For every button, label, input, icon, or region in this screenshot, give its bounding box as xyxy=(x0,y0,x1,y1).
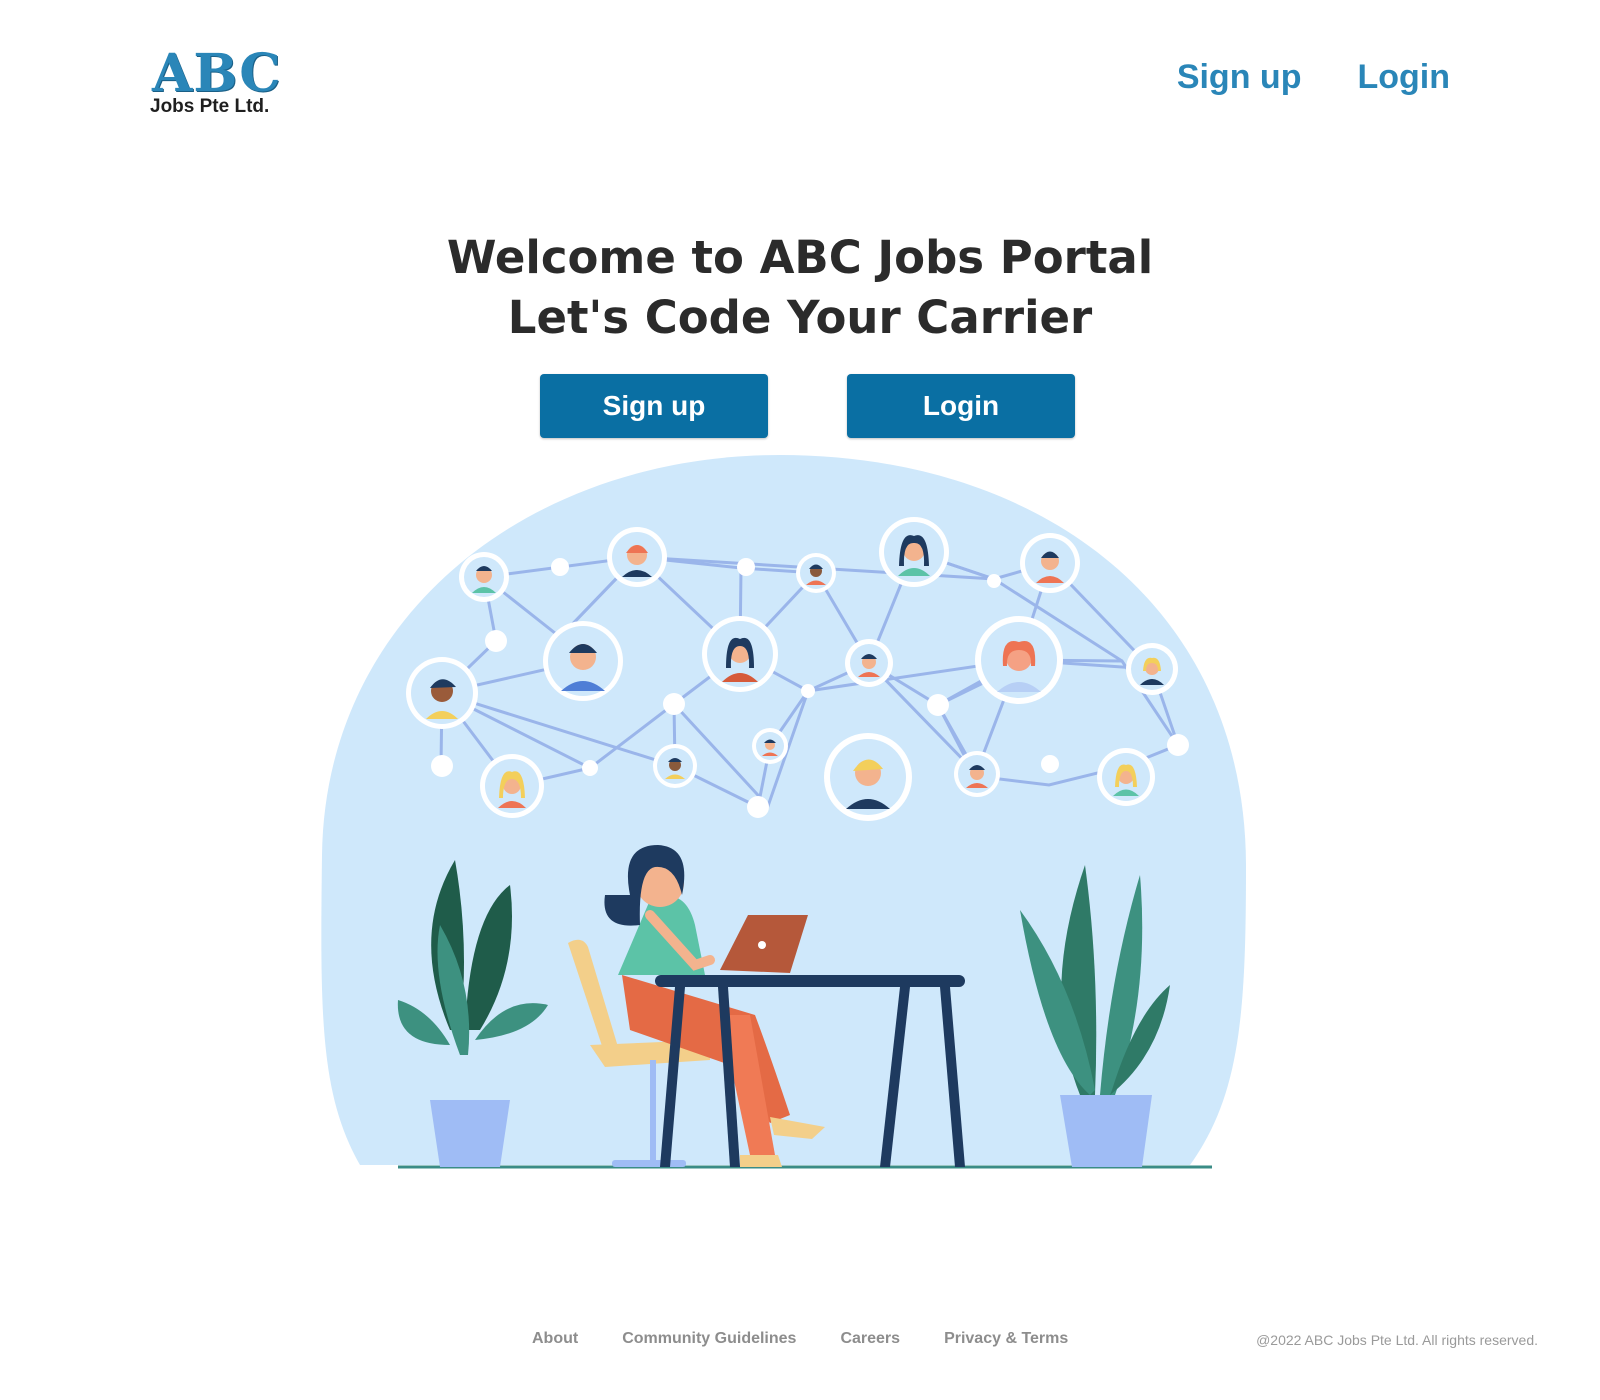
footer-link-careers[interactable]: Careers xyxy=(840,1330,900,1348)
footer-link-privacy-terms[interactable]: Privacy & Terms xyxy=(944,1330,1068,1348)
signup-button[interactable]: Sign up xyxy=(540,374,768,438)
logo-subtitle: Jobs Pte Ltd. xyxy=(150,96,270,117)
copyright-text: @2022 ABC Jobs Pte Ltd. All rights reser… xyxy=(1256,1332,1538,1348)
nav-signup-link[interactable]: Sign up xyxy=(1177,58,1302,97)
logo-mark: ABC xyxy=(152,43,282,104)
cta-buttons: Sign up Login xyxy=(540,374,1075,438)
footer-link-community-guidelines[interactable]: Community Guidelines xyxy=(622,1330,796,1348)
abc-logo[interactable]: ABC Jobs Pte Ltd. xyxy=(150,43,282,128)
title-line-2: Let's Code Your Carrier xyxy=(507,291,1093,344)
networking-illustration xyxy=(321,455,1246,1169)
footer-links: About Community Guidelines Careers Priva… xyxy=(532,1330,1068,1348)
title-line-1: Welcome to ABC Jobs Portal xyxy=(446,231,1154,284)
nav-login-link[interactable]: Login xyxy=(1357,58,1450,97)
footer-link-about[interactable]: About xyxy=(532,1330,578,1348)
top-nav: Sign up Login xyxy=(1177,58,1450,97)
page-title: Welcome to ABC Jobs Portal Let's Code Yo… xyxy=(0,228,1600,348)
login-button[interactable]: Login xyxy=(847,374,1075,438)
